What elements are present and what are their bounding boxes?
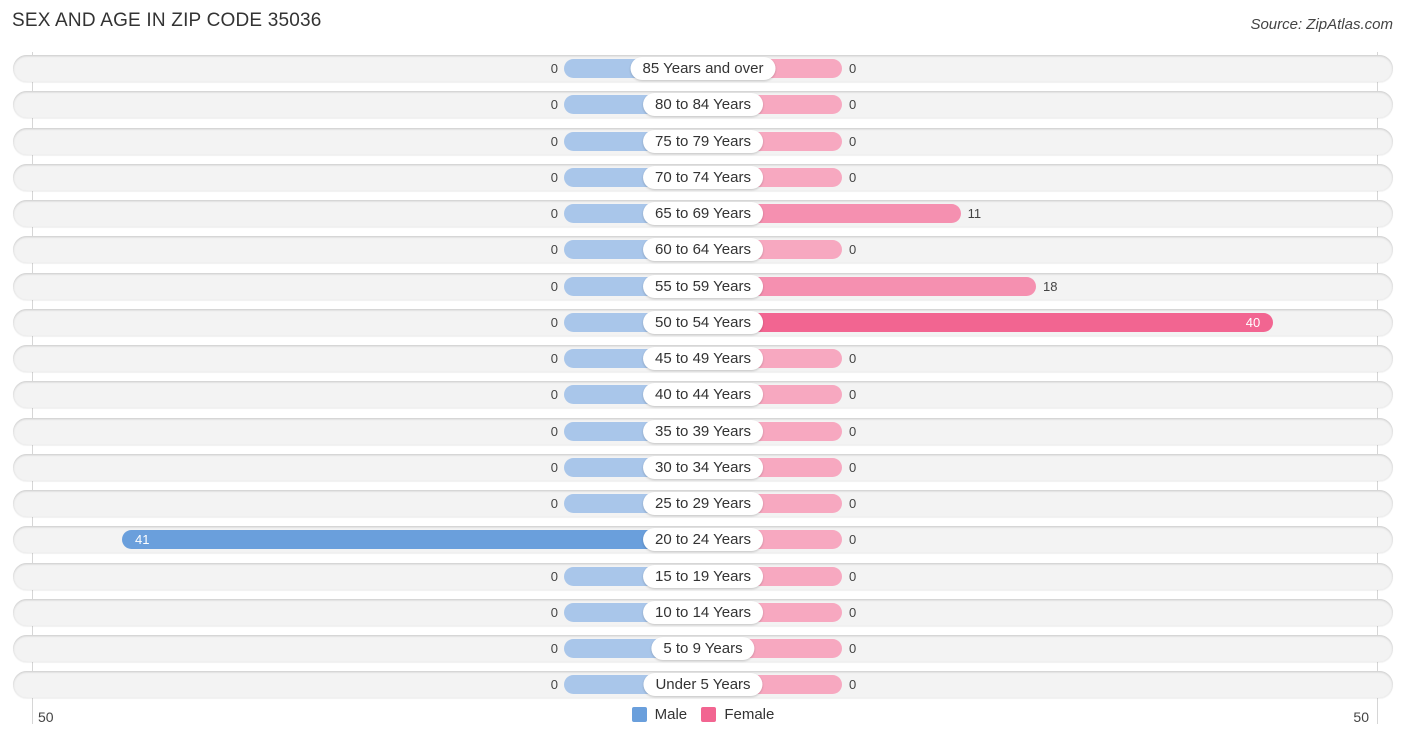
male-value-label: 0 bbox=[550, 604, 558, 620]
male-value-label: 0 bbox=[550, 459, 558, 475]
category-label: 50 to 54 Years bbox=[643, 310, 763, 334]
male-value-label: 0 bbox=[550, 314, 558, 330]
male-value-label: 0 bbox=[550, 133, 558, 149]
category-label: Under 5 Years bbox=[643, 673, 763, 697]
female-value-label: 0 bbox=[849, 387, 857, 403]
female-value-label: 0 bbox=[849, 532, 857, 548]
male-value-label: 0 bbox=[550, 387, 558, 403]
female-value-label: 11 bbox=[967, 206, 982, 221]
male-value-label: 0 bbox=[550, 97, 558, 113]
legend-item-male[interactable]: Male bbox=[631, 706, 688, 723]
category-label: 60 to 64 Years bbox=[643, 238, 763, 262]
category-label: 75 to 79 Years bbox=[643, 129, 763, 153]
male-value-label: 0 bbox=[550, 278, 558, 294]
category-label: 55 to 59 Years bbox=[643, 274, 763, 298]
male-value-label: 0 bbox=[550, 568, 558, 584]
category-label: 45 to 49 Years bbox=[643, 347, 763, 370]
male-value-label: 0 bbox=[550, 169, 558, 185]
chart-area: 0 0 85 Years and over 0 0 80 to 84 Years 0 0 75 … bbox=[0, 0, 1406, 740]
category-label: 80 to 84 Years bbox=[643, 93, 763, 117]
category-label: 65 to 69 Years bbox=[643, 202, 763, 225]
category-label: 35 to 39 Years bbox=[643, 419, 763, 443]
legend-swatch-male bbox=[631, 707, 647, 722]
male-value-label: 0 bbox=[550, 61, 558, 76]
male-value-label: 0 bbox=[550, 677, 558, 693]
legend-swatch-female bbox=[701, 707, 717, 722]
male-value-label: 0 bbox=[550, 641, 558, 656]
female-value-label: 0 bbox=[849, 641, 857, 656]
male-value-label: 0 bbox=[550, 206, 558, 221]
category-label: 20 to 24 Years bbox=[643, 528, 763, 552]
female-value-label: 0 bbox=[849, 604, 857, 620]
category-label: 5 to 9 Years bbox=[651, 637, 755, 660]
legend-item-female[interactable]: Female bbox=[701, 706, 774, 723]
female-value-label: 0 bbox=[849, 242, 857, 258]
female-value-label: 0 bbox=[849, 351, 857, 366]
category-label: 85 Years and over bbox=[630, 57, 776, 80]
male-value-label: 0 bbox=[550, 496, 558, 511]
legend: Male Female bbox=[0, 706, 1406, 726]
category-label: 10 to 14 Years bbox=[643, 600, 763, 624]
category-label: 40 to 44 Years bbox=[643, 383, 763, 407]
female-value-label: 40 bbox=[1245, 314, 1261, 330]
female-value-label: 0 bbox=[849, 677, 857, 693]
female-value-label: 0 bbox=[849, 459, 857, 475]
female-value-label: 0 bbox=[849, 61, 857, 76]
female-value-label: 0 bbox=[849, 496, 857, 511]
category-label: 25 to 29 Years bbox=[643, 492, 763, 515]
male-value-label: 0 bbox=[550, 351, 558, 366]
female-value-label: 0 bbox=[849, 133, 857, 149]
legend-label-male: Male bbox=[654, 706, 688, 723]
female-value-label: 0 bbox=[849, 423, 857, 439]
category-label: 70 to 74 Years bbox=[643, 165, 763, 189]
male-value-label: 0 bbox=[550, 242, 558, 258]
female-bar[interactable] bbox=[693, 312, 1274, 332]
female-value-label: 18 bbox=[1043, 278, 1058, 294]
female-value-label: 0 bbox=[849, 169, 857, 185]
female-value-label: 0 bbox=[849, 568, 857, 584]
male-value-label: 41 bbox=[135, 532, 150, 548]
legend-label-female: Female bbox=[724, 706, 775, 723]
female-value-label: 0 bbox=[849, 97, 857, 113]
category-label: 15 to 19 Years bbox=[643, 564, 763, 588]
category-label: 30 to 34 Years bbox=[643, 455, 763, 479]
male-bar[interactable] bbox=[122, 530, 713, 550]
male-value-label: 0 bbox=[550, 423, 558, 439]
